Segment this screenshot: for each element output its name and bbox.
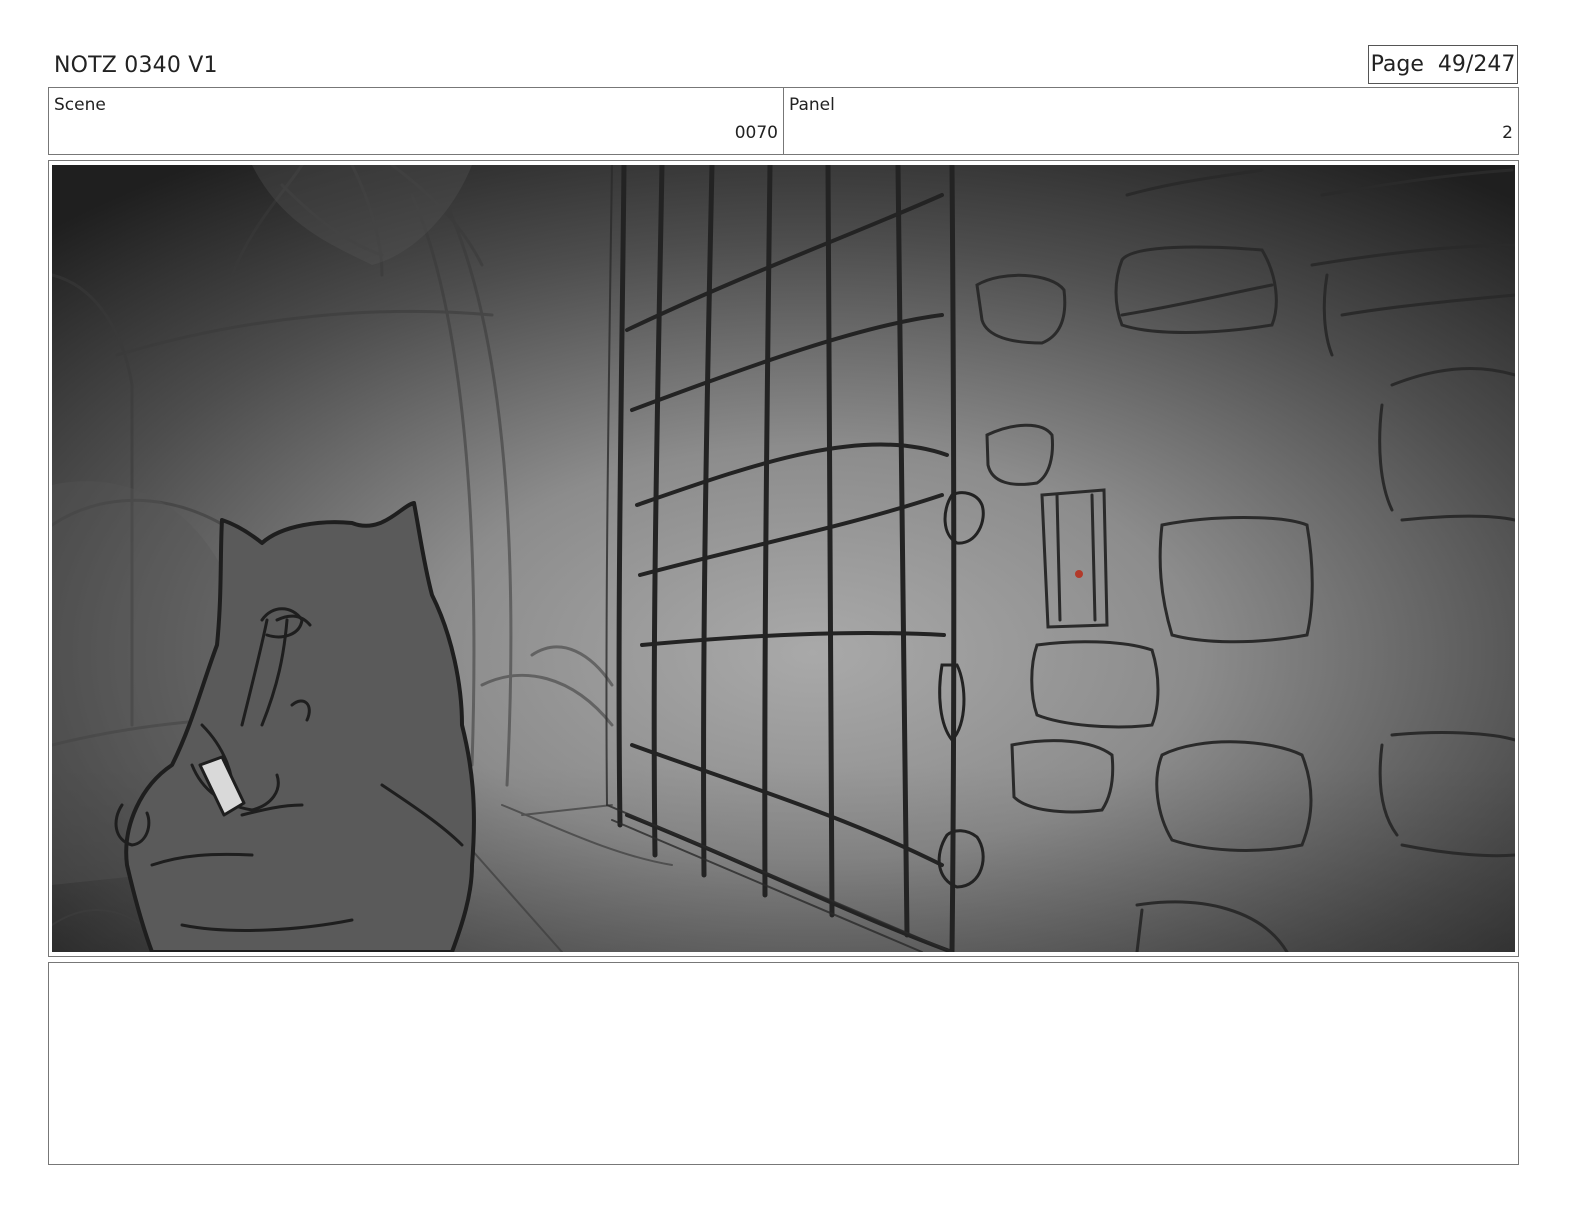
document-title: NOTZ 0340 V1 (54, 53, 218, 78)
scene-number: 0070 (734, 123, 778, 143)
lock-light (1075, 570, 1083, 578)
scene-cell: Scene 0070 (49, 88, 784, 154)
panel-label: Panel (789, 95, 835, 115)
panel-number: 2 (1502, 123, 1513, 143)
scene-label: Scene (54, 95, 106, 115)
sketch-drawing (52, 165, 1515, 952)
page-number: 49/247 (1437, 52, 1516, 77)
page-indicator: Page 49/247 (1368, 45, 1518, 84)
storyboard-frame (48, 160, 1519, 957)
scene-panel-info-row: Scene 0070 Panel 2 (48, 87, 1519, 155)
panel-cell: Panel 2 (784, 88, 1518, 154)
storyboard-sketch (52, 165, 1515, 952)
page-label: Page (1370, 52, 1424, 77)
panel-notes-box (48, 962, 1519, 1165)
